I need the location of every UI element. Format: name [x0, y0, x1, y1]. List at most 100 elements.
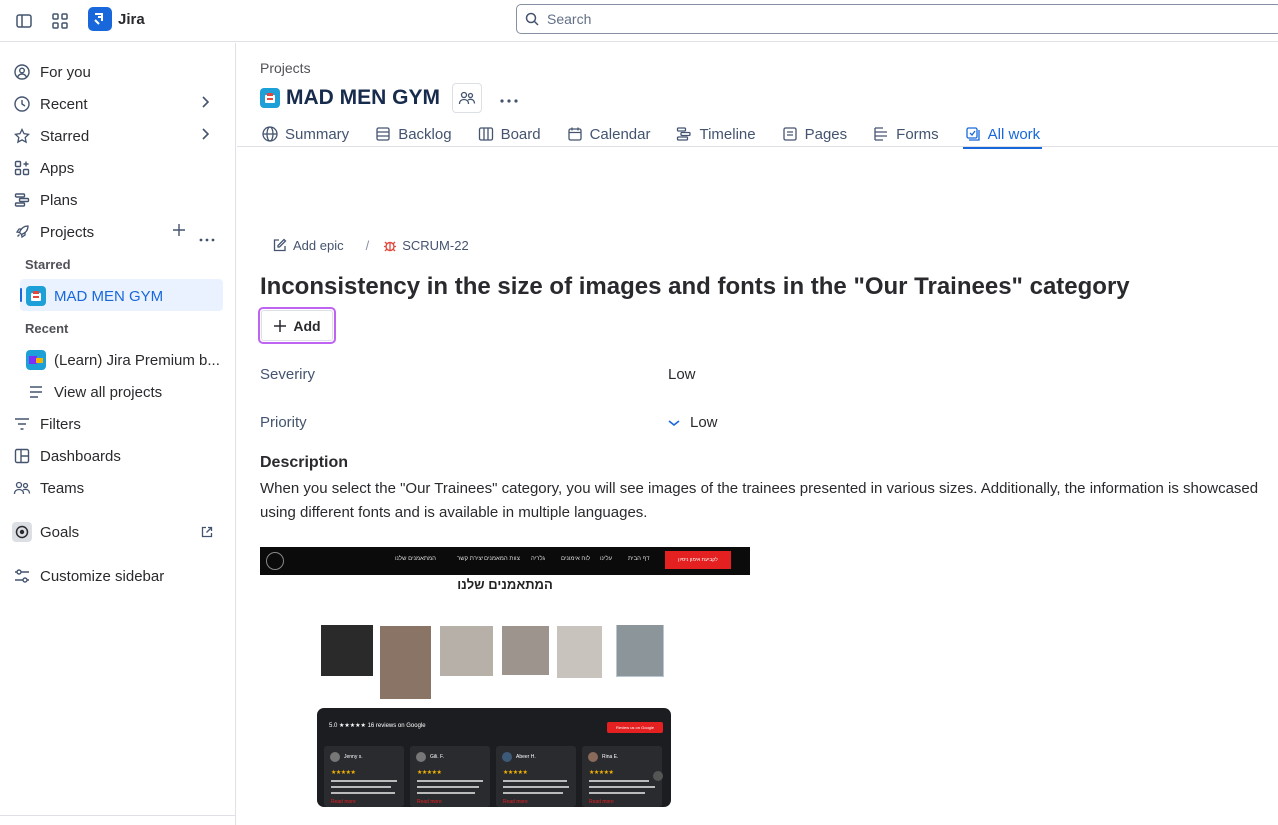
- reviewer-name: Rina E.: [602, 754, 619, 760]
- sidebar-item-goals[interactable]: Goals: [12, 518, 79, 546]
- tab-calendar[interactable]: Calendar: [565, 121, 653, 147]
- sidebar-item-label: Recent: [40, 95, 88, 113]
- field-value-priority[interactable]: Low: [668, 414, 718, 431]
- review-text-line: [589, 792, 645, 794]
- star-icon: [12, 126, 32, 146]
- attachment-nav-item: עלינו: [600, 556, 613, 562]
- tab-divider: [237, 146, 1278, 147]
- app-name: Jira: [118, 10, 145, 28]
- read-more-link: Read more: [331, 799, 356, 805]
- sidebar-item-plans[interactable]: Plans: [12, 186, 78, 214]
- search-box[interactable]: [516, 4, 1278, 34]
- sidebar-item-label: Dashboards: [40, 447, 121, 465]
- reviewer-avatar: [330, 752, 340, 762]
- rocket-icon: [12, 222, 32, 242]
- sidebar-item-mad-men-gym[interactable]: MAD MEN GYM: [26, 282, 163, 310]
- page-title: MAD MEN GYM: [286, 86, 440, 109]
- trainee-photo: [557, 626, 602, 678]
- calendar-icon: [567, 127, 582, 141]
- starred-heading: Starred: [25, 257, 71, 272]
- issue-key-link[interactable]: SCRUM-22: [383, 238, 469, 253]
- read-more-link: Read more: [503, 799, 528, 805]
- attachment-image[interactable]: המתאמנים שלנו יצירת קשר צוות המאמנים גלר…: [260, 547, 750, 807]
- search-icon: [525, 12, 539, 26]
- sidebar-toggle-icon[interactable]: [12, 9, 36, 33]
- sidebar-item-projects[interactable]: Projects: [12, 218, 94, 246]
- chevron-right-icon[interactable]: [200, 127, 210, 144]
- sidebar-item-teams[interactable]: Teams: [12, 474, 84, 502]
- review-text-line: [589, 786, 655, 788]
- app-switcher-icon[interactable]: [48, 9, 72, 33]
- project-tabs: Summary Backlog Board Calendar Timeline …: [260, 121, 1064, 149]
- pages-icon: [782, 127, 797, 141]
- timeline-icon: [677, 127, 692, 141]
- more-icon[interactable]: [500, 90, 518, 106]
- tab-forms[interactable]: Forms: [871, 121, 941, 147]
- review-us-button: Review us on Google: [607, 722, 663, 733]
- project-avatar-icon: [26, 350, 46, 370]
- tab-timeline[interactable]: Timeline: [674, 121, 757, 147]
- team-button[interactable]: [452, 83, 482, 113]
- review-text-line: [331, 792, 395, 794]
- jira-logo[interactable]: Jira: [88, 7, 145, 31]
- teams-icon: [12, 478, 32, 498]
- recent-heading: Recent: [25, 321, 69, 336]
- add-project-icon[interactable]: [172, 223, 186, 240]
- board-icon: [478, 127, 493, 141]
- tab-label: Board: [500, 125, 541, 143]
- top-bar: Jira: [0, 0, 1278, 42]
- sidebar-item-customize[interactable]: Customize sidebar: [12, 562, 164, 590]
- jira-logo-icon: [88, 7, 112, 31]
- sidebar-item-dashboards[interactable]: Dashboards: [12, 442, 121, 470]
- external-link-icon[interactable]: [201, 525, 213, 541]
- sidebar-item-label: Teams: [40, 479, 85, 497]
- filter-icon: [12, 414, 32, 434]
- attachment-cta: לקביעת אימון ניסיון: [665, 551, 731, 569]
- attachment-nav-item: יצירת קשר: [457, 556, 484, 562]
- read-more-link: Read more: [589, 799, 614, 805]
- review-stars-icon: ★★★★★: [417, 770, 442, 776]
- tab-summary[interactable]: Summary: [260, 121, 351, 147]
- sidebar-item-label: For you: [40, 63, 91, 81]
- sidebar-item-view-all-projects[interactable]: View all projects: [26, 378, 162, 406]
- review-text-line: [417, 786, 479, 788]
- project-header: MAD MEN GYM: [260, 83, 518, 113]
- issue-title[interactable]: Inconsistency in the size of images and …: [260, 273, 1130, 301]
- add-button[interactable]: Add: [258, 307, 336, 344]
- sidebar-item-for-you[interactable]: For you: [12, 58, 91, 86]
- sidebar-item-learn-jira[interactable]: (Learn) Jira Premium b...: [26, 346, 220, 374]
- read-more-link: Read more: [417, 799, 442, 805]
- review-us-label: Review us on Google: [615, 725, 655, 730]
- sidebar: For you Recent Starred Apps Plans Projec…: [0, 43, 236, 825]
- field-label-severity: Severiry: [260, 366, 316, 383]
- review-card: Gili. F. ★★★★★ Read more: [410, 746, 490, 807]
- google-reviews-widget: 5.0 ★★★★★ 16 reviews on Google Review us…: [317, 708, 671, 807]
- sidebar-item-label: (Learn) Jira Premium b...: [54, 351, 220, 369]
- tab-pages[interactable]: Pages: [780, 121, 850, 147]
- more-icon[interactable]: [199, 229, 215, 245]
- tab-board[interactable]: Board: [476, 121, 543, 147]
- sidebar-item-label: MAD MEN GYM: [54, 287, 164, 305]
- sidebar-item-apps[interactable]: Apps: [12, 154, 74, 182]
- review-text-line: [417, 780, 483, 782]
- review-stars-icon: ★★★★★: [503, 770, 528, 776]
- add-epic-link[interactable]: Add epic: [272, 238, 344, 253]
- add-epic-label: Add epic: [293, 238, 344, 253]
- rating-summary: 5.0 ★★★★★ 16 reviews on Google: [329, 723, 426, 729]
- field-value-severity[interactable]: Low: [668, 366, 696, 383]
- forms-icon: [874, 127, 888, 141]
- sidebar-item-starred[interactable]: Starred: [12, 122, 89, 150]
- sidebar-item-filters[interactable]: Filters: [12, 410, 81, 438]
- sidebar-item-recent[interactable]: Recent: [12, 90, 88, 118]
- search-input[interactable]: [547, 11, 1147, 27]
- chevron-right-icon[interactable]: [200, 95, 210, 112]
- review-card: Rina E. ★★★★★ Read more: [582, 746, 662, 807]
- tab-all-work[interactable]: All work: [962, 121, 1043, 149]
- description-text[interactable]: When you select the "Our Trainees" categ…: [260, 477, 1270, 525]
- user-circle-icon: [12, 62, 32, 82]
- tab-label: Summary: [285, 125, 350, 143]
- review-card: Abeer H. ★★★★★ Read more: [496, 746, 576, 807]
- review-card: Jenny s. ★★★★★ Read more: [324, 746, 404, 807]
- breadcrumb[interactable]: Projects: [260, 60, 311, 76]
- tab-backlog[interactable]: Backlog: [373, 121, 453, 147]
